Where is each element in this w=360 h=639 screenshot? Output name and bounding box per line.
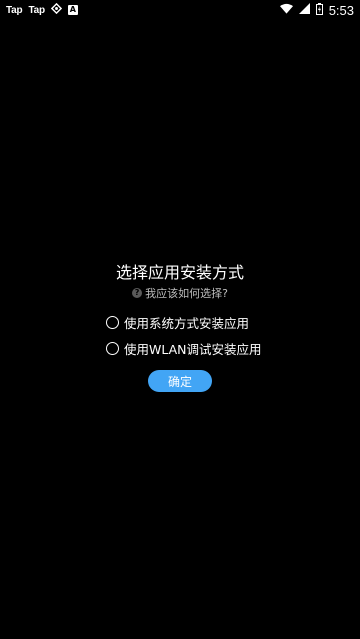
confirm-button[interactable]: 确定: [148, 370, 212, 392]
install-method-dialog: 选择应用安装方式 ? 我应该如何选择? 使用系统方式安装应用 使用WLAN调试安…: [0, 262, 360, 392]
option-system-install[interactable]: 使用系统方式安装应用: [106, 312, 262, 332]
tap-notification-icon: Tap: [6, 4, 23, 16]
accessibility-a-icon: A: [67, 5, 78, 15]
status-bar: Tap Tap A 5:53: [0, 0, 360, 20]
option-label: 使用系统方式安装应用: [124, 315, 250, 331]
wifi-icon: [279, 3, 293, 17]
status-time: 5:53: [328, 2, 354, 18]
signal-icon: [298, 3, 310, 17]
help-link[interactable]: ? 我应该如何选择?: [0, 285, 360, 301]
app-screen: Tap Tap A 5:53 选择应用安装方式 ? 我应该如何选择? 使用系统方…: [0, 0, 360, 639]
option-wlan-debug-install[interactable]: 使用WLAN调试安装应用: [106, 338, 262, 358]
radio-button[interactable]: [106, 341, 119, 355]
radio-button[interactable]: [106, 315, 119, 329]
install-options: 使用系统方式安装应用 使用WLAN调试安装应用: [106, 312, 262, 364]
question-icon: ?: [132, 288, 143, 298]
battery-icon: [315, 2, 323, 18]
dialog-title: 选择应用安装方式: [115, 263, 244, 282]
status-bar-notifications: Tap Tap A: [6, 2, 78, 17]
option-label: 使用WLAN调试安装应用: [124, 341, 262, 357]
help-link-label: 我应该如何选择?: [145, 287, 228, 300]
sync-icon: [50, 2, 62, 17]
status-bar-system: 5:53: [279, 2, 354, 18]
tap-notification-icon: Tap: [28, 4, 45, 16]
